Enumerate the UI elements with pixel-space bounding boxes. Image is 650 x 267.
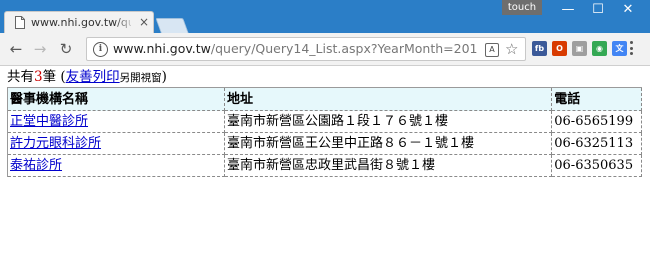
clinic-name-cell: 泰祐診所	[8, 155, 225, 177]
new-tab-button[interactable]	[155, 18, 189, 33]
url-text[interactable]: www.nhi.gov.tw/query/Query14_List.aspx?Y…	[113, 41, 477, 57]
count-prefix: 共有	[7, 69, 34, 85]
table-row: 泰祐診所 臺南市新營區忠政里武昌街８號１樓 06-6350635	[8, 155, 642, 177]
table-row: 正堂中醫診所 臺南市新營區公園路１段１７６號１樓 06-6565199	[8, 111, 642, 133]
address-bar[interactable]: i www.nhi.gov.tw/query/Query14_List.aspx…	[86, 37, 526, 61]
reload-button[interactable]: ↻	[56, 39, 76, 59]
result-count: 3	[34, 69, 43, 85]
clinic-name-link[interactable]: 正堂中醫診所	[10, 114, 88, 129]
count-close: )	[161, 69, 167, 85]
screenshot-extension-icon[interactable]: ▣	[572, 41, 587, 56]
touch-mode-label: touch	[502, 0, 542, 15]
maximize-button[interactable]: ☐	[584, 2, 612, 18]
address-cell: 臺南市新營區公園路１段１７６號１樓	[225, 111, 553, 133]
print-new-window-note: 另開視窗	[119, 72, 162, 84]
browser-tab[interactable]: www.nhi.gov.tw/query/ ×	[4, 11, 154, 33]
browser-menu-icon[interactable]	[630, 41, 634, 57]
bookmark-star-icon[interactable]: ☆	[505, 40, 518, 58]
forward-button[interactable]: →	[30, 39, 50, 59]
print-friendly-link[interactable]: 友善列印	[66, 69, 120, 85]
count-suffix: 筆 (	[42, 69, 66, 85]
office-extension-icon[interactable]: O	[552, 41, 567, 56]
table-row: 許力元眼科診所 臺南市新營區王公里中正路８６－１號１樓 06-6325113	[8, 133, 642, 155]
chrome-extension-icon[interactable]: ◉	[592, 41, 607, 56]
page-icon	[15, 16, 25, 29]
phone-cell: 06-6325113	[552, 133, 642, 155]
browser-toolbar: ← → ↻ i www.nhi.gov.tw/query/Query14_Lis…	[0, 33, 650, 66]
page-content: 共有3筆 (友善列印另開視窗) 醫事機構名稱 地址 電話 正堂中醫診所 臺南市新…	[0, 66, 650, 267]
tab-title-fade	[115, 14, 135, 30]
close-tab-icon[interactable]: ×	[139, 15, 149, 29]
clinic-name-link[interactable]: 許力元眼科診所	[10, 136, 101, 151]
table-header-row: 醫事機構名稱 地址 電話	[8, 88, 642, 111]
header-address: 地址	[225, 88, 553, 111]
header-clinic-name: 醫事機構名稱	[8, 88, 225, 111]
close-window-button[interactable]: ✕	[614, 2, 642, 18]
site-info-icon[interactable]: i	[93, 42, 108, 57]
fb-extension-icon[interactable]: fb	[532, 41, 547, 56]
translate-extension-icon[interactable]: 文	[612, 41, 627, 56]
url-path: /query/Query14_List.aspx?YearMonth=2017&…	[210, 41, 477, 56]
result-count-line: 共有3筆 (友善列印另開視窗)	[7, 68, 167, 86]
browser-title-bar: www.nhi.gov.tw/query/ × touch — ☐ ✕	[0, 0, 650, 33]
clinic-name-cell: 正堂中醫診所	[8, 111, 225, 133]
clinic-name-link[interactable]: 泰祐診所	[10, 158, 62, 173]
translate-page-icon[interactable]: A	[485, 43, 499, 57]
clinic-results-table: 醫事機構名稱 地址 電話 正堂中醫診所 臺南市新營區公園路１段１７６號１樓 06…	[7, 87, 642, 177]
header-phone: 電話	[552, 88, 642, 111]
phone-cell: 06-6565199	[552, 111, 642, 133]
address-cell: 臺南市新營區忠政里武昌街８號１樓	[225, 155, 553, 177]
address-cell: 臺南市新營區王公里中正路８６－１號１樓	[225, 133, 553, 155]
minimize-button[interactable]: —	[554, 2, 582, 18]
back-button[interactable]: ←	[6, 39, 26, 59]
url-host: www.nhi.gov.tw	[113, 41, 211, 56]
clinic-name-cell: 許力元眼科診所	[8, 133, 225, 155]
phone-cell: 06-6350635	[552, 155, 642, 177]
